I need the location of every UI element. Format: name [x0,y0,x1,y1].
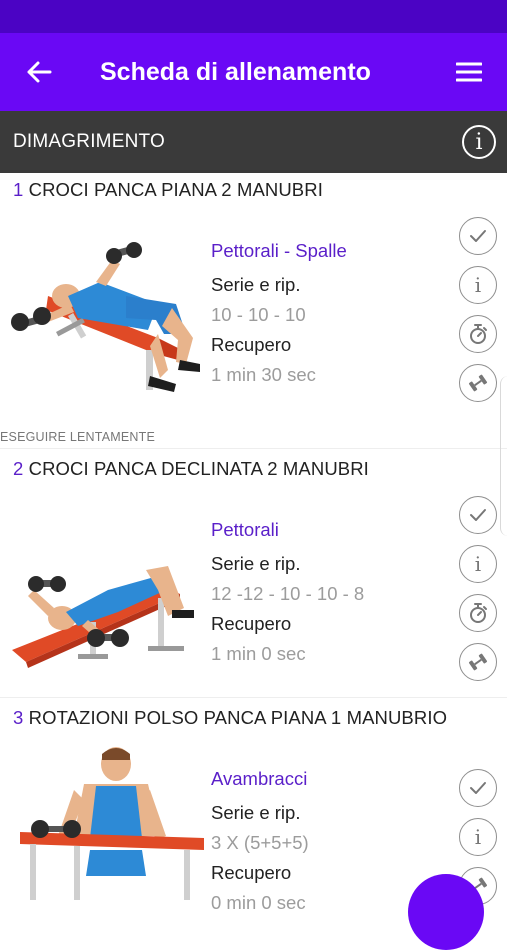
exercise-number: 3 [13,707,24,728]
muscle-group: Pettorali [211,519,279,540]
sets-value: 3 X (5+5+5) [211,832,309,853]
weight-button[interactable] [459,364,497,402]
check-icon [470,782,486,794]
muscle-group: Avambracci [211,768,308,789]
sets-label: Serie e rip. [211,274,301,295]
exercise-number: 1 [13,179,24,200]
info-button[interactable]: i [459,266,497,304]
sets-label: Serie e rip. [211,802,301,823]
scrollbar[interactable] [500,376,507,536]
weight-button[interactable] [459,643,497,681]
sets-value: 10 - 10 - 10 [211,304,306,325]
rest-value: 1 min 0 sec [211,643,306,664]
info-button[interactable]: i [459,545,497,583]
exercise-name: CROCI PANCA PIANA 2 MANUBRI [28,179,323,200]
divider [0,697,507,698]
check-icon [470,230,486,242]
page-title: Scheda di allenamento [100,58,371,86]
check-icon [470,509,486,521]
exercise-title: 2 CROCI PANCA DECLINATA 2 MANUBRI [13,457,369,481]
complete-button[interactable] [459,496,497,534]
exercise-name: ROTAZIONI POLSO PANCA PIANA 1 MANUBRIO [28,707,448,728]
rest-label: Recupero [211,334,292,355]
info-icon: i [474,552,482,576]
section-header: DIMAGRIMENTO [0,111,507,173]
exercise-note: ESEGUIRE LENTAMENTE [0,430,155,444]
exercise-title: 3 ROTAZIONI POLSO PANCA PIANA 1 MANUBRIO [13,706,447,730]
floating-action-button[interactable] [408,874,484,950]
rest-value: 1 min 30 sec [211,364,316,385]
timer-button[interactable] [459,594,497,632]
sets-value: 12 -12 - 10 - 10 - 8 [211,583,365,604]
info-icon: i [474,273,482,297]
info-button[interactable]: i [459,818,497,856]
rest-label: Recupero [211,862,292,883]
timer-button[interactable] [459,315,497,353]
exercise-name: CROCI PANCA DECLINATA 2 MANUBRI [28,458,369,479]
status-bar [0,0,507,33]
exercise-number: 2 [13,458,24,479]
arrow-left-icon [27,61,52,83]
exercise-title: 1 CROCI PANCA PIANA 2 MANUBRI [13,178,323,202]
dumbbell-icon [468,374,488,392]
exercise-image-flat-bench-fly[interactable] [8,238,204,404]
stopwatch-icon [470,603,487,623]
muscle-group: Pettorali - Spalle [211,240,347,261]
divider [0,448,507,449]
section-info-button[interactable]: i [462,125,496,159]
hamburger-menu-icon [456,62,482,82]
rest-label: Recupero [211,613,292,634]
complete-button[interactable] [459,217,497,255]
section-title: DIMAGRIMENTO [13,131,165,152]
stopwatch-icon [470,324,487,344]
exercise-image-decline-bench-fly[interactable] [8,560,204,672]
app-bar: Scheda di allenamento [0,33,507,111]
rest-value: 0 min 0 sec [211,892,306,913]
complete-button[interactable] [459,769,497,807]
exercise-image-wrist-rotation[interactable] [14,746,210,900]
dumbbell-icon [468,653,488,671]
sets-label: Serie e rip. [211,553,301,574]
info-icon: i [475,129,483,155]
info-icon: i [474,825,482,849]
back-button[interactable] [22,55,56,89]
menu-button[interactable] [452,55,486,89]
